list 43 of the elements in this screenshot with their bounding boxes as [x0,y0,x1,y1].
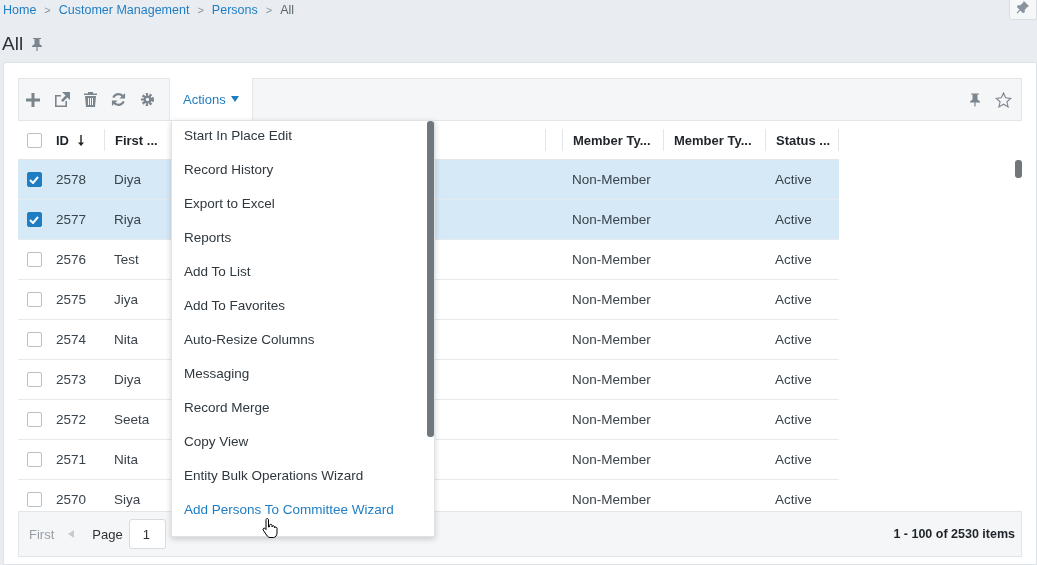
table-cell-text: Active [774,372,813,387]
table-cell-text: Active [774,412,813,427]
table-cell-text: Riya [113,212,142,227]
table-cell-text: Nita [113,332,139,347]
table-cell-text: 2571 [55,452,88,467]
table-cell-text: Non-Member [571,372,652,387]
breadcrumb-separator: > [197,4,204,16]
table-cell-text: Non-Member [571,412,652,427]
table-cell-text: 2575 [55,292,88,307]
table-cell-text: Non-Member [571,292,652,307]
table-cell-text: 2576 [55,252,88,267]
table-cell-text: Siya [113,492,142,507]
table-cell-text: Active [774,292,813,307]
table-cell-text: Non-Member [571,492,652,507]
table-cell-text: Active [774,452,813,467]
table-cell-text: Non-Member [571,212,652,227]
pager-summary: 1 - 100 of 2530 items [893,527,1015,541]
table-cell-text: 2573 [55,372,88,387]
breadcrumb-separator: > [44,4,51,16]
table-cell-text: Seeta [113,412,151,427]
table-cell-text: Active [774,172,813,187]
table-cell-text: Active [774,252,813,267]
table-cell-text: 2572 [55,412,88,427]
table-cell-text: Non-Member [571,452,652,467]
page-title: All [2,33,24,55]
table-cell-text: 2578 [55,172,88,187]
table-cell-text: Non-Member [571,332,652,347]
table-cell-text: Non-Member [571,252,652,267]
table-cell-text: 2574 [55,332,88,347]
table-cell-text: Diya [113,172,142,187]
table-cell-text: Active [774,332,813,347]
table-cell-text: Nita [113,452,139,467]
table-cell-text: Active [774,492,813,507]
table-cell-text: Jiya [113,292,139,307]
breadcrumb-separator: > [265,4,273,16]
table-cell-text: Active [774,212,813,227]
table-cell-text: Non-Member [571,172,652,187]
table-cell-text: Test [113,252,140,267]
page-label: Page [92,526,123,542]
table-cell-text: 2577 [55,212,88,227]
table-cell-text: 2570 [55,492,88,507]
breadcrumb-current: All [280,3,295,17]
table-cell-text: Diya [113,372,142,387]
